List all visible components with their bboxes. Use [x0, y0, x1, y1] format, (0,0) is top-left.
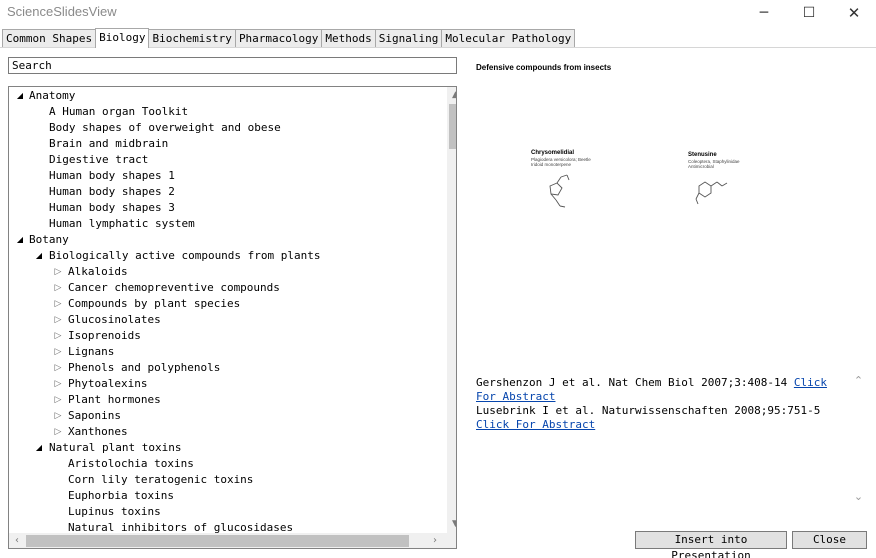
tree-item-label: Alkaloids	[68, 265, 128, 278]
close-icon[interactable]: ✕	[831, 0, 876, 26]
minimize-icon[interactable]: ─	[741, 0, 787, 26]
insert-into-presentation-button[interactable]: Insert into Presentation	[635, 531, 787, 558]
tree-item-label: Brain and midbrain	[49, 137, 169, 150]
tab-biology[interactable]: Biology	[95, 28, 150, 48]
tree-item-label: Human body shapes 2	[49, 185, 175, 198]
triangle-collapsed-icon[interactable]: ▷	[53, 312, 63, 328]
category-tree[interactable]: ◢ Anatomy A Human organ Toolkit Body shapes…	[8, 86, 457, 549]
slide-preview-thumbnail: Chrysomelidial Plagiodera versicolora; B…	[520, 140, 760, 220]
triangle-collapsed-icon[interactable]: ▷	[53, 344, 63, 360]
triangle-expanded-icon[interactable]: ◢	[34, 440, 44, 456]
triangle-collapsed-icon[interactable]: ▷	[53, 280, 63, 296]
scroll-up-icon[interactable]: ▲	[447, 87, 456, 104]
references-scrollbar[interactable]: ⌃ ⌄	[850, 362, 867, 518]
tab-pharmacology[interactable]: Pharmacology	[234, 29, 323, 48]
references-panel: Gershenzon J et al. Nat Chem Biol 2007;3…	[474, 362, 867, 518]
tab-molecular-pathology[interactable]: Molecular Pathology	[441, 29, 576, 48]
tree-item-label: Biologically active compounds from plant…	[49, 249, 321, 262]
tree-horizontal-scroll-thumb[interactable]	[26, 535, 409, 547]
tree-item-label: Euphorbia toxins	[68, 489, 174, 502]
tree-item-label: Anatomy	[29, 89, 76, 102]
tree-item-label: Human body shapes 1	[49, 169, 175, 182]
references-text: Gershenzon J et al. Nat Chem Biol 2007;3…	[476, 376, 846, 432]
tab-signaling[interactable]: Signaling	[374, 29, 443, 48]
tree-item-label: Compounds by plant species	[68, 297, 241, 310]
scrollbar-corner	[447, 533, 456, 548]
triangle-collapsed-icon[interactable]: ▷	[53, 328, 63, 344]
maximize-icon[interactable]: ☐	[786, 0, 832, 26]
tree-item-label: Human body shapes 3	[49, 201, 175, 214]
reference-2-abstract-link[interactable]: Click For Abstract	[476, 418, 595, 431]
tree-vertical-scrollbar[interactable]: ▲ ▼	[447, 87, 456, 533]
tree-item-label: Isoprenoids	[68, 329, 141, 342]
triangle-collapsed-icon[interactable]: ▷	[53, 360, 63, 376]
reference-1-citation: Gershenzon J et al. Nat Chem Biol 2007;3…	[476, 376, 794, 389]
scroll-left-icon[interactable]: ‹	[9, 533, 25, 548]
tree-item-label: A Human organ Toolkit	[49, 105, 189, 118]
tree-item-label: Saponins	[68, 409, 121, 422]
tree-item-label: Phytoalexins	[68, 377, 148, 390]
scroll-right-icon[interactable]: ›	[427, 533, 443, 548]
chemical-structures-image	[549, 174, 728, 208]
tree-horizontal-scrollbar[interactable]: ‹ ›	[9, 533, 447, 548]
tree-item-label: Human lymphatic system	[49, 217, 195, 230]
tab-biochemistry[interactable]: Biochemistry	[148, 29, 236, 48]
tab-common-shapes[interactable]: Common Shapes	[2, 29, 97, 48]
chevron-down-icon[interactable]: ⌄	[850, 490, 867, 503]
chevron-up-icon[interactable]: ⌃	[850, 374, 867, 387]
tree-item-label: Glucosinolates	[68, 313, 161, 326]
tree-item-label: Plant hormones	[68, 393, 161, 406]
title-bar: ScienceSlidesView ─ ☐ ✕	[0, 0, 876, 26]
close-button[interactable]: Close	[792, 531, 867, 549]
tree-item-label: Cancer chemopreventive compounds	[68, 281, 280, 294]
tree-vertical-scroll-thumb[interactable]	[449, 104, 456, 149]
tab-methods[interactable]: Methods	[321, 29, 376, 48]
tree-item-label: Phenols and polyphenols	[68, 361, 221, 374]
category-tabs: Common Shapes Biology Biochemistry Pharmaco…	[2, 28, 576, 48]
tree-item-label: Aristolochia toxins	[68, 457, 194, 470]
tree-item-label: Natural plant toxins	[49, 441, 182, 454]
tree-item-label: Xanthones	[68, 425, 128, 438]
triangle-collapsed-icon[interactable]: ▷	[53, 424, 63, 440]
triangle-collapsed-icon[interactable]: ▷	[53, 296, 63, 312]
tree-item-label: Lupinus toxins	[68, 505, 161, 518]
triangle-collapsed-icon[interactable]: ▷	[53, 264, 63, 280]
triangle-collapsed-icon[interactable]: ▷	[53, 408, 63, 424]
tree-item-label: Botany	[29, 233, 69, 246]
triangle-expanded-icon[interactable]: ◢	[15, 232, 25, 248]
preview-title: Defensive compounds from insects	[476, 63, 612, 72]
search-input[interactable]	[8, 57, 457, 74]
triangle-expanded-icon[interactable]: ◢	[15, 88, 25, 104]
window-title: ScienceSlidesView	[7, 4, 117, 19]
tree-item-label: Body shapes of overweight and obese	[49, 121, 281, 134]
tree-item-label: Corn lily teratogenic toxins	[68, 473, 254, 486]
tree-item-label: Digestive tract	[49, 153, 149, 166]
scroll-down-icon[interactable]: ▼	[447, 516, 456, 533]
tree-item-label: Lignans	[68, 345, 115, 358]
triangle-collapsed-icon[interactable]: ▷	[53, 392, 63, 408]
triangle-expanded-icon[interactable]: ◢	[34, 248, 44, 264]
triangle-collapsed-icon[interactable]: ▷	[53, 376, 63, 392]
reference-2-citation: Lusebrink I et al. Naturwissenschaften 2…	[476, 404, 821, 417]
